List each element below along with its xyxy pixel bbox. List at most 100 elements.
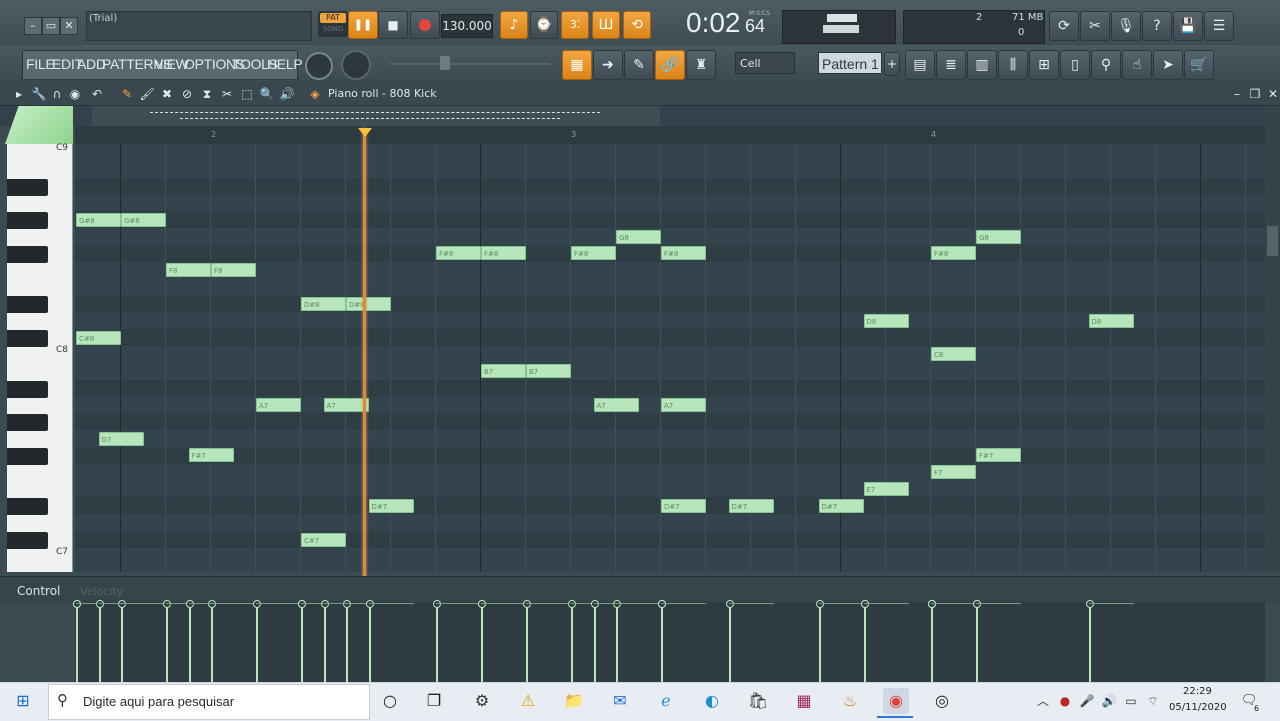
note[interactable]: A7	[593, 397, 639, 412]
browser-icon[interactable]: ⊞	[1029, 50, 1059, 80]
stop-button[interactable]: ■	[378, 11, 408, 39]
velocity-stem[interactable]	[526, 604, 528, 682]
velocity-handle[interactable]	[928, 600, 936, 608]
zoom-tool-icon[interactable]: 🔍	[258, 85, 276, 103]
close-icon[interactable]: ✕	[60, 17, 78, 35]
playback-icon[interactable]: ◉	[66, 85, 84, 103]
note[interactable]: C#7	[301, 532, 346, 547]
note[interactable]: D8	[863, 313, 909, 328]
black-key[interactable]	[7, 245, 48, 263]
window-minimize-icon[interactable]: –	[1228, 85, 1246, 103]
piano-roll-icon[interactable]: ≣	[936, 50, 966, 80]
black-key[interactable]	[7, 380, 48, 398]
velocity-handle[interactable]	[613, 600, 621, 608]
velocity-handle[interactable]	[185, 600, 194, 608]
chrome-icon[interactable]: ◉	[883, 688, 909, 714]
piano-roll-title[interactable]: Piano roll - 808 Kick	[328, 87, 437, 100]
window-close-icon[interactable]: ✕	[1264, 85, 1280, 103]
note[interactable]: F#8	[931, 246, 976, 261]
velocity-stem[interactable]	[931, 604, 933, 682]
arrow-right-icon[interactable]: ➜	[593, 50, 623, 80]
velocity-handle[interactable]	[208, 600, 216, 608]
note-grid[interactable]: G#8 G#8 F8 F8 D#8 D#8 C#8 G7 F#7 A7 A7 C#7 D#7 F#8 F#8…	[75, 144, 1265, 572]
maximize-icon[interactable]: ▭	[42, 17, 60, 35]
velocity-stem[interactable]	[98, 604, 101, 682]
velocity-handle[interactable]	[320, 600, 329, 608]
note[interactable]: B7	[526, 364, 571, 379]
velocity-handle[interactable]	[658, 600, 666, 608]
note[interactable]: D#7	[368, 498, 414, 513]
velocity-handle[interactable]	[343, 600, 351, 608]
note[interactable]: F8	[166, 263, 211, 278]
note[interactable]: A7	[323, 397, 369, 412]
velocity-stem[interactable]	[1088, 604, 1091, 682]
pat-song-switch[interactable]: PAT SONG	[318, 11, 348, 37]
velocity-handle[interactable]	[365, 600, 374, 608]
velocity-handle[interactable]	[590, 600, 599, 608]
velocity-stem[interactable]	[728, 604, 731, 682]
velocity-stem[interactable]	[661, 604, 663, 682]
black-key[interactable]	[7, 414, 48, 432]
black-key[interactable]	[7, 532, 48, 550]
time-main[interactable]: 0:02	[686, 7, 741, 39]
add-pattern-button[interactable]: +	[884, 52, 900, 76]
control-param[interactable]: Velocity	[80, 585, 123, 598]
task-view-icon[interactable]: ❐	[421, 688, 447, 714]
note[interactable]: B7	[481, 364, 526, 379]
note[interactable]: F#7	[188, 448, 234, 463]
countdown-button[interactable]: 3⁚	[561, 11, 589, 39]
velocity-stem[interactable]	[616, 604, 618, 682]
velocity-stem[interactable]	[188, 604, 191, 682]
piano-roll-view-icon[interactable]: ▦	[562, 50, 592, 80]
velocity-stem[interactable]	[368, 604, 371, 682]
note[interactable]: E7	[863, 482, 909, 497]
note[interactable]: D#7	[728, 498, 774, 513]
plugin-icon[interactable]: ⚲	[1091, 50, 1121, 80]
obs-icon[interactable]: ◎	[929, 688, 955, 714]
black-key[interactable]	[7, 212, 48, 230]
wait-input-button[interactable]: ⌚	[530, 11, 558, 39]
velocity-stem[interactable]	[323, 604, 326, 682]
velocity-stem[interactable]	[301, 604, 303, 682]
velocity-handle[interactable]	[73, 600, 81, 608]
control-label[interactable]: Control	[17, 584, 60, 598]
playlist-icon[interactable]: ▤	[905, 50, 935, 80]
save-icon[interactable]: 💾	[1173, 11, 1203, 41]
velocity-lane[interactable]	[73, 600, 1265, 682]
master-slider-handle[interactable]	[440, 56, 450, 70]
velocity-handle[interactable]	[298, 600, 306, 608]
velocity-stem[interactable]	[863, 604, 866, 682]
channel-rack-icon[interactable]: ▥	[967, 50, 997, 80]
note[interactable]: F8	[211, 263, 256, 278]
store-icon[interactable]: 🛍	[745, 688, 771, 714]
winrar-icon[interactable]: ▦	[791, 688, 817, 714]
network-icon[interactable]: ⌔	[1140, 688, 1166, 714]
black-key[interactable]	[7, 498, 48, 516]
note[interactable]: A7	[256, 397, 301, 412]
playhead-marker-icon[interactable]	[358, 128, 372, 137]
velocity-stem[interactable]	[346, 604, 348, 682]
window-restore-icon[interactable]: ❐	[1246, 85, 1264, 103]
undo-icon[interactable]: ↶	[88, 85, 106, 103]
velocity-handle[interactable]	[973, 600, 981, 608]
piano-keyboard[interactable]	[7, 144, 73, 572]
note[interactable]: C8	[931, 347, 976, 362]
vertical-scrollbar[interactable]	[1265, 106, 1280, 572]
note[interactable]: D#7	[661, 498, 706, 513]
menu-file[interactable]: FILE	[26, 56, 55, 72]
velocity-stem[interactable]	[211, 604, 213, 682]
velocity-stem[interactable]	[76, 604, 78, 682]
note[interactable]: D#7	[818, 498, 864, 513]
velocity-stem[interactable]	[481, 604, 483, 682]
velocity-handle[interactable]	[253, 600, 261, 608]
send-icon[interactable]: ➤	[1153, 50, 1183, 80]
mixer-icon[interactable]: ☰	[1204, 11, 1234, 41]
note[interactable]: F#7	[976, 448, 1021, 463]
black-key[interactable]	[7, 296, 48, 314]
velocity-stem[interactable]	[166, 604, 168, 682]
snap-select[interactable]: Cell	[735, 52, 795, 74]
note[interactable]: D#8	[346, 296, 391, 311]
velocity-stem[interactable]	[121, 604, 123, 682]
note[interactable]: A7	[661, 397, 706, 412]
file-explorer-icon[interactable]: 📁	[561, 688, 587, 714]
